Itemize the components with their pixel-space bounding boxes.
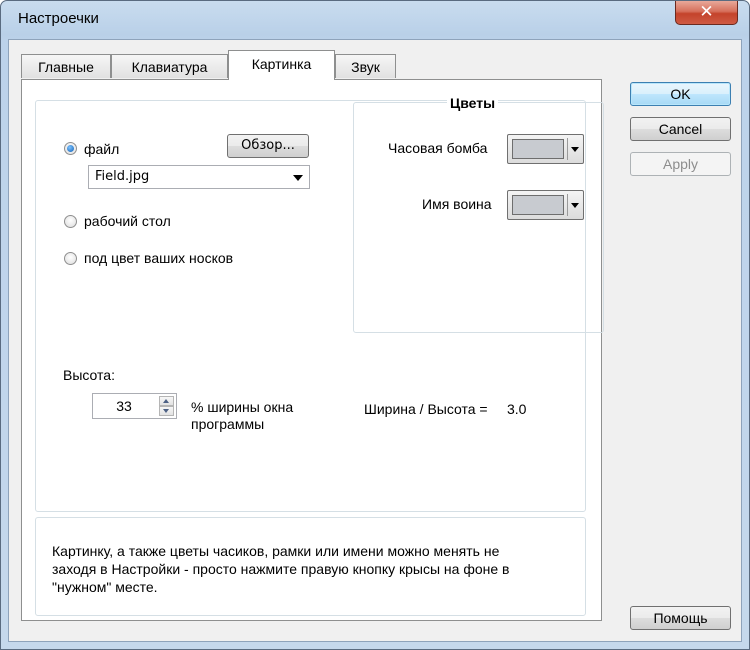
tab-keyboard[interactable]: Клавиатура	[111, 54, 228, 78]
ratio-label: Ширина / Высота =	[364, 401, 488, 417]
cancel-button[interactable]: Cancel	[630, 117, 731, 141]
dialog-body: Главные Клавиатура Картинка Звук файл Об…	[8, 39, 742, 642]
apply-button[interactable]: Apply	[630, 152, 731, 176]
radio-socks-color[interactable]	[64, 252, 77, 265]
height-unit-label-line2: программы	[191, 416, 265, 432]
file-select-value: Field.jpg	[95, 169, 150, 184]
picker-separator	[567, 194, 568, 216]
tab-main[interactable]: Главные	[21, 54, 111, 78]
warrior-name-color-swatch	[512, 195, 564, 215]
warrior-name-label: Имя воина	[422, 196, 492, 212]
height-value: 33	[116, 398, 132, 414]
hint-line2: заходя в Настройки - просто нажмите прав…	[52, 561, 510, 577]
radio-file[interactable]	[64, 142, 77, 155]
picker-separator	[567, 138, 568, 160]
clock-bomb-color-swatch	[512, 139, 564, 159]
clock-bomb-label: Часовая бомба	[388, 140, 488, 156]
spin-down-icon[interactable]	[159, 406, 174, 416]
radio-file-label: файл	[84, 141, 120, 157]
height-label: Высота:	[63, 367, 115, 383]
clock-bomb-color-picker[interactable]	[507, 134, 584, 164]
spin-up-icon[interactable]	[159, 396, 174, 406]
settings-window: Настроечки ✕ Главные Клавиатура Картинка…	[0, 0, 750, 650]
tab-sound[interactable]: Звук	[335, 54, 396, 78]
tab-panel-picture: файл Обзор... Field.jpg рабочий стол под…	[21, 79, 604, 621]
tab-picture[interactable]: Картинка	[228, 50, 335, 80]
chevron-down-icon	[571, 203, 579, 208]
radio-desktop[interactable]	[64, 215, 77, 228]
window-title: Настроечки	[18, 10, 99, 27]
colors-group-title: Цветы	[447, 95, 499, 111]
file-select[interactable]: Field.jpg	[88, 165, 310, 189]
title-bar[interactable]: Настроечки ✕	[1, 1, 749, 39]
close-icon: ✕	[699, 2, 714, 22]
ok-button[interactable]: OK	[630, 82, 731, 106]
close-button[interactable]: ✕	[675, 1, 738, 25]
radio-desktop-label: рабочий стол	[84, 213, 171, 229]
browse-button[interactable]: Обзор...	[227, 134, 309, 158]
hint-line1: Картинку, а также цветы часиков, рамки и…	[52, 543, 500, 559]
ratio-value: 3.0	[507, 401, 527, 417]
help-button[interactable]: Помощь	[630, 606, 731, 630]
chevron-down-icon	[293, 175, 303, 181]
hint-line3: "нужном" месте.	[52, 579, 158, 595]
chevron-down-icon	[571, 147, 579, 152]
height-unit-label-line1: % ширины окна	[191, 399, 294, 415]
warrior-name-color-picker[interactable]	[507, 190, 584, 220]
radio-socks-color-label: под цвет ваших носков	[84, 250, 234, 266]
height-stepper[interactable]: 33	[92, 393, 177, 419]
